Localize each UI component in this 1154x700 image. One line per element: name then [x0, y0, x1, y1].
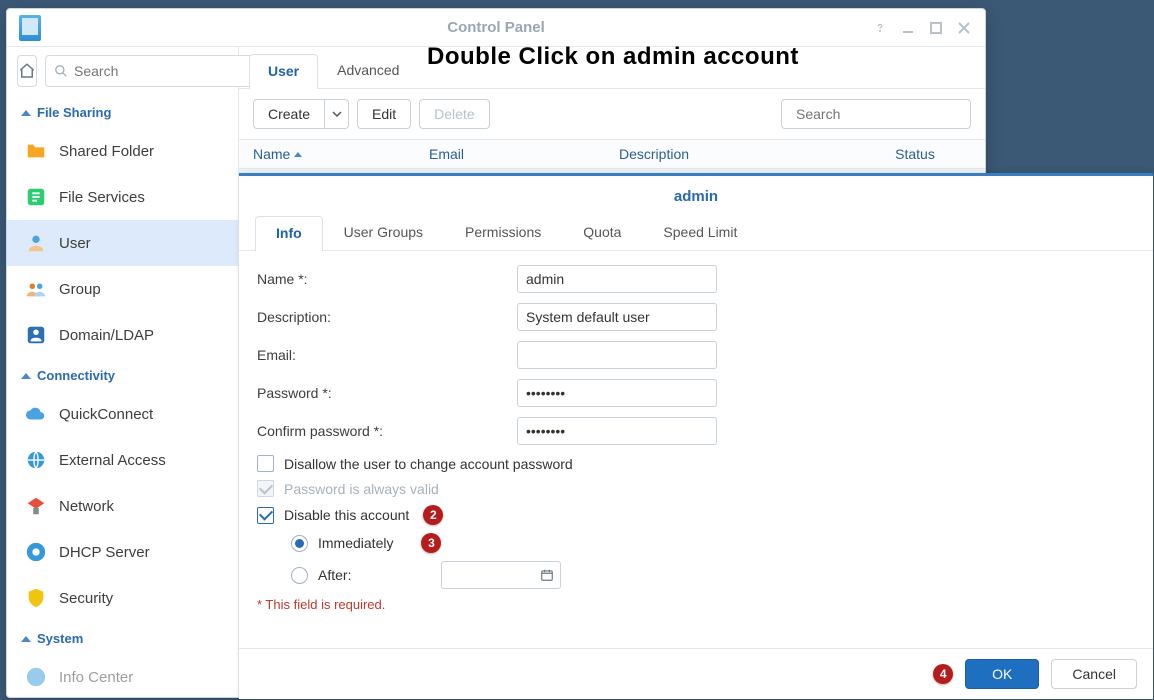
toolbar-filter[interactable] — [781, 99, 971, 129]
close-icon[interactable] — [955, 19, 973, 37]
label-name: Name *: — [257, 271, 517, 287]
tab-quota[interactable]: Quota — [562, 215, 642, 250]
input-email[interactable] — [517, 341, 717, 369]
filter-input[interactable] — [796, 106, 977, 122]
label-immediately: Immediately — [318, 535, 393, 551]
sidebar-search-input[interactable] — [74, 63, 255, 79]
sidebar-item-group[interactable]: Group — [7, 266, 238, 312]
create-dropdown-button[interactable] — [325, 99, 349, 129]
cloud-icon — [25, 403, 47, 425]
cancel-button[interactable]: Cancel — [1051, 659, 1137, 689]
delete-button[interactable]: Delete — [419, 99, 489, 129]
label-email: Email: — [257, 347, 517, 363]
annotation-4: 4 — [933, 664, 953, 684]
info-form: Name *: Description: Email: — [239, 251, 1153, 648]
tab-info[interactable]: Info — [255, 216, 323, 251]
sidebar-item-user[interactable]: User — [7, 220, 238, 266]
sidebar: File Sharing Shared Folder File Services… — [7, 47, 239, 697]
globe-icon — [25, 449, 47, 471]
input-after-date[interactable] — [441, 561, 561, 589]
maximize-icon[interactable] — [927, 19, 945, 37]
section-file-sharing[interactable]: File Sharing — [7, 95, 238, 128]
group-icon — [25, 278, 47, 300]
sidebar-item-dhcp-server[interactable]: DHCP Server — [7, 529, 238, 575]
chevron-up-icon — [21, 373, 31, 379]
edit-button[interactable]: Edit — [357, 99, 411, 129]
domain-icon — [25, 324, 47, 346]
annotation-3: 3 — [421, 533, 441, 553]
network-icon — [25, 495, 47, 517]
instruction-overlay: Double Click on admin account — [427, 43, 799, 71]
sidebar-item-network[interactable]: Network — [7, 483, 238, 529]
dialog-tabs: Info User Groups Permissions Quota Speed… — [239, 215, 1153, 251]
sidebar-item-file-services[interactable]: File Services — [7, 174, 238, 220]
tab-user[interactable]: User — [249, 54, 318, 89]
calendar-icon — [540, 568, 554, 582]
label-password-always-valid: Password is always valid — [284, 481, 439, 497]
sidebar-item-external-access[interactable]: External Access — [7, 437, 238, 483]
tab-user-groups[interactable]: User Groups — [323, 215, 444, 250]
app-icon — [19, 15, 41, 41]
search-icon — [54, 64, 68, 78]
window-title: Control Panel — [139, 19, 853, 36]
sidebar-item-domain-ldap[interactable]: Domain/LDAP — [7, 312, 238, 358]
label-description: Description: — [257, 309, 517, 325]
annotation-2: 2 — [423, 505, 443, 525]
dhcp-icon — [25, 541, 47, 563]
input-description[interactable] — [517, 303, 717, 331]
dialog-footer: 4 OK Cancel — [239, 648, 1153, 699]
chevron-up-icon — [21, 110, 31, 116]
sort-asc-icon — [294, 152, 302, 157]
required-note: * This field is required. — [257, 597, 1135, 612]
info-icon — [25, 666, 47, 688]
input-name[interactable] — [517, 265, 717, 293]
section-system[interactable]: System — [7, 621, 238, 654]
label-disallow-change: Disallow the user to change account pass… — [284, 456, 573, 472]
shield-icon — [25, 587, 47, 609]
radio-after[interactable] — [291, 567, 308, 584]
tab-advanced[interactable]: Advanced — [318, 53, 418, 88]
user-icon — [25, 232, 47, 254]
tab-speed-limit[interactable]: Speed Limit — [642, 215, 758, 250]
col-header-email[interactable]: Email — [429, 146, 619, 162]
checkbox-disable-account[interactable] — [257, 507, 274, 524]
help-icon[interactable] — [871, 19, 889, 37]
home-button[interactable] — [17, 55, 37, 87]
input-confirm-password[interactable] — [517, 417, 717, 445]
label-password: Password *: — [257, 385, 517, 401]
dialog-title: admin — [239, 176, 1153, 215]
sidebar-item-security[interactable]: Security — [7, 575, 238, 621]
ok-button[interactable]: OK — [965, 659, 1039, 689]
file-services-icon — [25, 186, 47, 208]
create-button[interactable]: Create — [253, 99, 325, 129]
label-after: After: — [318, 567, 351, 583]
sidebar-search[interactable] — [45, 55, 264, 87]
label-confirm-password: Confirm password *: — [257, 423, 517, 439]
col-header-description[interactable]: Description — [619, 146, 845, 162]
edit-user-dialog: admin Info User Groups Permissions Quota… — [239, 173, 1153, 699]
main-panel: User Advanced Create Edit Delete — [239, 47, 985, 697]
input-password[interactable] — [517, 379, 717, 407]
col-header-status[interactable]: Status — [845, 146, 985, 162]
chevron-up-icon — [21, 636, 31, 642]
section-connectivity[interactable]: Connectivity — [7, 358, 238, 391]
folder-icon — [25, 140, 47, 162]
sidebar-item-info-center[interactable]: Info Center — [7, 654, 238, 700]
minimize-icon[interactable] — [899, 19, 917, 37]
sidebar-item-quickconnect[interactable]: QuickConnect — [7, 391, 238, 437]
tab-permissions[interactable]: Permissions — [444, 215, 562, 250]
user-table-header: Name Email Description Status — [239, 139, 985, 169]
sidebar-item-shared-folder[interactable]: Shared Folder — [7, 128, 238, 174]
checkbox-disallow-change[interactable] — [257, 455, 274, 472]
col-header-name[interactable]: Name — [239, 146, 429, 162]
control-panel-window: Control Panel Double Click on admin acco… — [6, 8, 986, 698]
radio-immediately[interactable] — [291, 535, 308, 552]
window-titlebar: Control Panel — [7, 9, 985, 47]
label-disable-account: Disable this account — [284, 507, 409, 523]
checkbox-password-always-valid — [257, 480, 274, 497]
user-toolbar: Create Edit Delete — [239, 89, 985, 139]
